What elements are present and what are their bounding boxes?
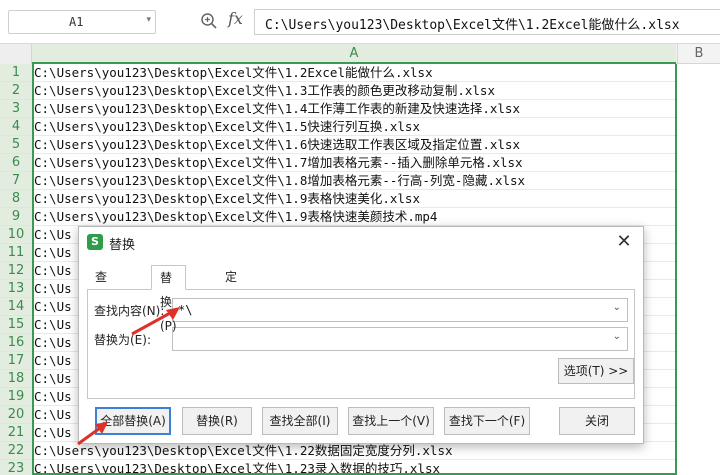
row-header[interactable]: 15 <box>0 316 32 334</box>
find-previous-button[interactable]: 查找上一个(V) <box>348 407 434 435</box>
row-header[interactable]: 10 <box>0 226 32 244</box>
cell-value: C:\Us <box>34 299 72 314</box>
cell-value: C:\Us <box>34 335 72 350</box>
select-all-corner[interactable] <box>0 44 32 64</box>
cell-value: C:\Us <box>34 263 72 278</box>
cell-value: C:\Users\you123\Desktop\Excel文件\1.2Excel… <box>34 65 433 80</box>
cell-value: C:\Users\you123\Desktop\Excel文件\1.9表格快速美… <box>34 209 438 224</box>
cell-value: C:\Us <box>34 425 72 440</box>
dialog-title: 替换 <box>109 238 136 253</box>
row-header[interactable]: 13 <box>0 280 32 298</box>
table-row[interactable]: C:\Users\you123\Desktop\Excel文件\1.9表格快速美… <box>33 208 720 226</box>
find-value: *\ <box>178 303 193 317</box>
column-b-cells[interactable] <box>678 64 720 475</box>
tab-goto[interactable]: 定位(G) <box>217 265 252 332</box>
table-row[interactable]: C:\Users\you123\Desktop\Excel文件\1.7增加表格元… <box>33 154 720 172</box>
cell-value: C:\Users\you123\Desktop\Excel文件\1.3工作表的颜… <box>34 83 495 98</box>
tab-replace[interactable]: 替换(P) <box>151 265 186 333</box>
cell-value: C:\Users\you123\Desktop\Excel文件\1.4工作薄工作… <box>34 101 520 116</box>
options-button[interactable]: 选项(T) >> <box>558 358 634 384</box>
row-header[interactable]: 18 <box>0 370 32 388</box>
close-icon[interactable]: ✕ <box>613 231 635 253</box>
row-header[interactable]: 1 <box>0 64 32 82</box>
chevron-down-icon[interactable]: ⌄ <box>613 302 621 313</box>
cell-value: C:\Users\you123\Desktop\Excel文件\1.7增加表格元… <box>34 155 523 170</box>
cell-value: C:\Users\you123\Desktop\Excel文件\1.22数据固定… <box>34 443 453 458</box>
cell-value: C:\Us <box>34 389 72 404</box>
row-header[interactable]: 23 <box>0 460 32 475</box>
formula-text: C:\Users\you123\Desktop\Excel文件\1.2Excel… <box>265 18 680 33</box>
find-all-button[interactable]: 查找全部(I) <box>262 407 338 435</box>
column-header-b[interactable]: B <box>677 44 720 64</box>
replace-button[interactable]: 替换(R) <box>182 407 252 435</box>
table-row[interactable]: C:\Users\you123\Desktop\Excel文件\1.3工作表的颜… <box>33 82 720 100</box>
row-header[interactable]: 14 <box>0 298 32 316</box>
row-header[interactable]: 7 <box>0 172 32 190</box>
row-header[interactable]: 8 <box>0 190 32 208</box>
row-header[interactable]: 2 <box>0 82 32 100</box>
row-header[interactable]: 12 <box>0 262 32 280</box>
cell-value: C:\Us <box>34 245 72 260</box>
replace-label: 替换为(E): <box>94 333 151 347</box>
cell-value: C:\Us <box>34 317 72 332</box>
cell-value: C:\Users\you123\Desktop\Excel文件\1.9表格快速美… <box>34 191 420 206</box>
row-header[interactable]: 17 <box>0 352 32 370</box>
table-row[interactable]: C:\Users\you123\Desktop\Excel文件\1.23录入数据… <box>33 460 720 475</box>
table-row[interactable]: C:\Users\you123\Desktop\Excel文件\1.4工作薄工作… <box>33 100 720 118</box>
dialog-titlebar[interactable]: S 替换 ✕ <box>79 227 643 257</box>
zoom-icon[interactable] <box>200 12 218 30</box>
row-header[interactable]: 22 <box>0 442 32 460</box>
table-row[interactable]: C:\Users\you123\Desktop\Excel文件\1.6快速选取工… <box>33 136 720 154</box>
find-next-button[interactable]: 查找下一个(F) <box>444 407 530 435</box>
app-logo-icon: S <box>87 234 103 250</box>
formula-bar: A1 ▾ fx C:\Users\you123\Desktop\Excel文件\… <box>0 0 720 44</box>
name-box-value: A1 <box>69 15 84 29</box>
find-label: 查找内容(N): <box>94 304 165 318</box>
cell-value: C:\Us <box>34 281 72 296</box>
table-row[interactable]: C:\Users\you123\Desktop\Excel文件\1.22数据固定… <box>33 442 720 460</box>
chevron-down-icon[interactable]: ⌄ <box>613 331 621 342</box>
chevron-down-icon[interactable]: ▾ <box>146 15 151 25</box>
replace-all-button[interactable]: 全部替换(A) <box>95 407 171 435</box>
row-headers: 1 2 3 4 5 6 7 8 9 10 11 12 13 14 15 16 17 18 19 20 21 22 23 <box>0 64 32 475</box>
row-header[interactable]: 19 <box>0 388 32 406</box>
cell-value: C:\Users\you123\Desktop\Excel文件\1.6快速选取工… <box>34 137 520 152</box>
row-header[interactable]: 20 <box>0 406 32 424</box>
cell-value: C:\Users\you123\Desktop\Excel文件\1.8增加表格元… <box>34 173 526 188</box>
row-header[interactable]: 21 <box>0 424 32 442</box>
name-box[interactable]: A1 ▾ <box>8 10 156 34</box>
table-row[interactable]: C:\Users\you123\Desktop\Excel文件\1.5快速行列互… <box>33 118 720 136</box>
table-row[interactable]: C:\Users\you123\Desktop\Excel文件\1.8增加表格元… <box>33 172 720 190</box>
replace-dialog: S 替换 ✕ 查找(D) 替换(P) 定位(G) 查找内容(N): *\ ⌄ 替… <box>78 226 644 444</box>
row-header[interactable]: 4 <box>0 118 32 136</box>
row-header[interactable]: 9 <box>0 208 32 226</box>
replace-input[interactable]: ⌄ <box>172 327 628 351</box>
tab-find[interactable]: 查找(D) <box>87 265 122 332</box>
column-header-a[interactable]: A <box>32 44 676 64</box>
table-row[interactable]: C:\Users\you123\Desktop\Excel文件\1.9表格快速美… <box>33 190 720 208</box>
row-header[interactable]: 11 <box>0 244 32 262</box>
close-button[interactable]: 关闭 <box>559 407 635 435</box>
cell-value: C:\Us <box>34 353 72 368</box>
cell-value: C:\Us <box>34 371 72 386</box>
cell-value: C:\Users\you123\Desktop\Excel文件\1.5快速行列互… <box>34 119 420 134</box>
formula-input[interactable]: C:\Users\you123\Desktop\Excel文件\1.2Excel… <box>254 9 720 35</box>
row-header[interactable]: 16 <box>0 334 32 352</box>
fx-icon[interactable]: fx <box>228 9 243 28</box>
cell-value: C:\Us <box>34 227 72 242</box>
row-header[interactable]: 3 <box>0 100 32 118</box>
cell-value: C:\Us <box>34 407 72 422</box>
row-header[interactable]: 5 <box>0 136 32 154</box>
row-header[interactable]: 6 <box>0 154 32 172</box>
column-header-row: A B <box>0 44 720 64</box>
table-row[interactable]: C:\Users\you123\Desktop\Excel文件\1.2Excel… <box>33 64 720 82</box>
find-input[interactable]: *\ ⌄ <box>172 298 628 322</box>
cell-value: C:\Users\you123\Desktop\Excel文件\1.23录入数据… <box>34 461 441 475</box>
